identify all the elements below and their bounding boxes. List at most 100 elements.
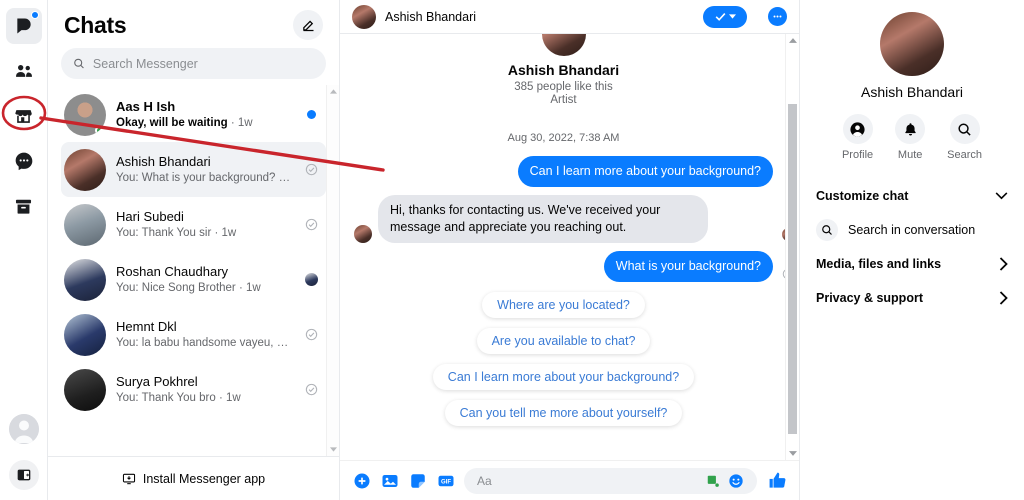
list-item[interactable]: Surya Pokhrel You: Thank You bro · 1w (61, 362, 326, 417)
mark-as-done-button[interactable] (703, 5, 747, 28)
scroll-up-arrow[interactable] (327, 85, 339, 98)
avatar (64, 203, 106, 246)
chevron-down-icon (995, 192, 1008, 200)
list-item-name: Roshan Chaudhary (116, 264, 229, 279)
avatar (64, 93, 106, 136)
search-action-button[interactable]: Search (947, 114, 982, 161)
chat-search-wrap (48, 44, 339, 85)
list-item-name: Hemnt Dkl (116, 319, 177, 334)
suggestion-chip[interactable]: Can I learn more about your background? (432, 364, 695, 390)
thumbs-up-icon[interactable] (768, 471, 787, 490)
avatar[interactable] (352, 4, 376, 29)
unread-dot-icon (306, 110, 316, 119)
check-icon (715, 12, 726, 21)
profile-action-label: Profile (841, 149, 874, 161)
suggestion-chip[interactable]: Are you available to chat? (476, 328, 651, 354)
list-item[interactable]: Roshan Chaudhary You: Nice Song Brother … (61, 252, 326, 307)
message-input-box[interactable] (464, 467, 757, 494)
snippet-text: You: Thank You bro (116, 392, 216, 404)
avatar (64, 313, 106, 356)
suggestion-chip[interactable]: Where are you located? (482, 292, 645, 318)
sent-check-icon (305, 218, 317, 231)
gif-icon[interactable]: GIF (436, 471, 455, 490)
message-input[interactable] (477, 473, 698, 488)
panel-toggle-icon[interactable] (8, 460, 39, 490)
message-bubble-outgoing[interactable]: What is your background? (603, 251, 773, 282)
profile-action-button[interactable]: Profile (842, 114, 873, 161)
scroll-up-arrow[interactable] (786, 34, 799, 47)
quick-actions: Profile Mute Search (816, 114, 1008, 161)
snippet-text: Okay, will be waiting (116, 117, 228, 129)
snippet-time: 1w (237, 117, 253, 129)
intro-avatar (541, 34, 586, 56)
chat-list-panel: Chats Aas H Ish (48, 0, 340, 500)
conversation-details-panel: Ashish Bhandari Profile Mute Search Cust… (800, 0, 1024, 500)
game-icon[interactable] (706, 474, 720, 488)
online-indicator (95, 125, 104, 135)
messenger-chats-icon[interactable] (6, 143, 42, 179)
snippet-text: You: la babu handsome vayeu, ch... (116, 337, 293, 349)
facebook-home-icon[interactable] (5, 8, 42, 44)
emoji-icon[interactable] (728, 473, 744, 489)
intro-likes: 385 people like this (514, 81, 613, 93)
message-row: What is your background? (354, 251, 794, 282)
install-icon (122, 473, 135, 484)
message-timestamp: Aug 30, 2022, 7:38 AM (507, 132, 620, 144)
avatar (64, 368, 106, 411)
message-row: Hi, thanks for contacting us. We've rece… (354, 195, 795, 243)
list-item[interactable]: Hemnt Dkl You: la babu handsome vayeu, c… (61, 307, 326, 362)
message-row: Can I learn more about your background? (354, 156, 773, 187)
search-messenger-box[interactable] (61, 48, 326, 79)
scroll-down-arrow[interactable] (786, 447, 799, 460)
snippet-text: You: Thank You sir (116, 227, 212, 239)
chevron-right-icon (999, 257, 1008, 271)
chat-list-scrollbar[interactable] (326, 85, 339, 456)
media-files-links-item[interactable]: Media, files and links (816, 247, 1008, 281)
scroll-down-arrow[interactable] (327, 443, 339, 456)
suggestion-row: Can you tell me more about yourself? (354, 400, 773, 426)
contact-avatar[interactable] (880, 12, 944, 76)
svg-text:GIF: GIF (441, 479, 451, 485)
search-icon (74, 58, 84, 69)
snippet-text: You: Nice Song Brother (116, 282, 236, 294)
suggestion-chip[interactable]: Can you tell me more about yourself? (444, 400, 683, 426)
archive-icon[interactable] (6, 188, 42, 224)
intro-name: Ashish Bhandari (507, 62, 620, 78)
avatar (64, 258, 106, 301)
friends-icon[interactable] (6, 53, 42, 89)
scrollbar-thumb[interactable] (788, 104, 797, 434)
profile-avatar[interactable] (8, 414, 39, 444)
install-messenger-app-button[interactable]: Install Messenger app (48, 456, 339, 500)
sticker-icon[interactable] (408, 471, 427, 490)
marketplace-icon[interactable] (6, 98, 42, 134)
customize-chat-label: Customize chat (816, 189, 909, 203)
search-input[interactable] (92, 56, 314, 71)
conversation-title: Ashish Bhandari (385, 9, 477, 24)
message-bubble-outgoing[interactable]: Can I learn more about your background? (517, 156, 773, 187)
privacy-support-item[interactable]: Privacy & support (816, 281, 1008, 315)
search-in-conversation-label: Search in conversation (848, 223, 976, 237)
photo-icon[interactable] (380, 471, 399, 490)
chat-rows-container: Aas H Ish Okay, will be waiting · 1w Ash… (48, 85, 339, 456)
more-options-button[interactable] (768, 7, 787, 26)
list-item[interactable]: Aas H Ish Okay, will be waiting · 1w (61, 87, 326, 142)
search-in-conversation-item[interactable]: Search in conversation (816, 213, 1008, 247)
install-label: Install Messenger app (142, 471, 266, 486)
avatar (64, 148, 106, 191)
plus-circle-icon[interactable] (352, 471, 371, 490)
customize-chat-item[interactable]: Customize chat (816, 179, 1008, 213)
new-message-button[interactable] (293, 10, 323, 40)
message-bubble-incoming[interactable]: Hi, thanks for contacting us. We've rece… (378, 195, 708, 243)
suggestion-row: Can I learn more about your background? (354, 364, 773, 390)
list-item[interactable]: Ashish Bhandari You: What is your backgr… (61, 142, 326, 197)
media-files-links-label: Media, files and links (816, 257, 942, 271)
bell-icon (895, 114, 926, 144)
suggestion-row: Are you available to chat? (354, 328, 773, 354)
status-badge (303, 383, 319, 396)
list-item-text: Aas H Ish Okay, will be waiting · 1w (116, 98, 293, 131)
mute-action-button[interactable]: Mute (895, 114, 926, 161)
list-item-text: Hemnt Dkl You: la babu handsome vayeu, c… (116, 318, 293, 351)
thread-scrollbar[interactable] (785, 34, 799, 460)
page-title: Chats (64, 11, 127, 38)
list-item[interactable]: Hari Subedi You: Thank You sir · 1w (61, 197, 326, 252)
